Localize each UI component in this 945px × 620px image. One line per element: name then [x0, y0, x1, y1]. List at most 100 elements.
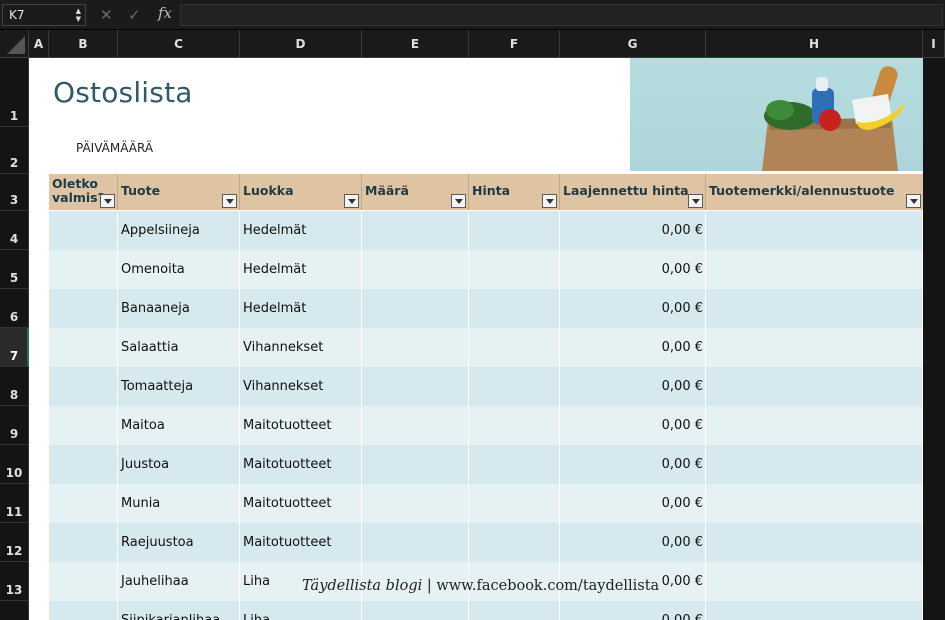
- product-cell[interactable]: Siipikarjanlihaa: [118, 601, 240, 620]
- column-header-d[interactable]: D: [240, 30, 362, 58]
- done-cell[interactable]: [49, 367, 118, 406]
- row-header-5[interactable]: 5: [0, 250, 29, 289]
- brand-cell[interactable]: [706, 211, 923, 250]
- table-row[interactable]: Maitoa Maitotuotteet 0,00 €: [49, 406, 923, 445]
- cancel-entry-icon[interactable]: ✕: [100, 5, 113, 25]
- quantity-cell[interactable]: [362, 289, 469, 328]
- done-cell[interactable]: [49, 289, 118, 328]
- select-all-button[interactable]: [0, 30, 29, 58]
- price-cell[interactable]: [469, 523, 560, 562]
- row-header-1[interactable]: 1: [0, 58, 29, 127]
- category-cell[interactable]: Liha: [240, 601, 362, 620]
- header-done[interactable]: Oletko valmis?: [49, 174, 118, 210]
- category-cell[interactable]: Maitotuotteet: [240, 523, 362, 562]
- column-header-b[interactable]: B: [49, 30, 118, 58]
- header-brand[interactable]: Tuotemerkki/alennustuote: [706, 174, 923, 210]
- price-cell[interactable]: [469, 211, 560, 250]
- extended-price-cell[interactable]: 0,00 €: [560, 523, 706, 562]
- extended-price-cell[interactable]: 0,00 €: [560, 601, 706, 620]
- filter-dropdown-icon[interactable]: [344, 194, 359, 208]
- page-title[interactable]: Ostoslista: [53, 76, 193, 109]
- done-cell[interactable]: [49, 211, 118, 250]
- product-cell[interactable]: Tomaatteja: [118, 367, 240, 406]
- brand-cell[interactable]: [706, 289, 923, 328]
- filter-dropdown-icon[interactable]: [222, 194, 237, 208]
- table-row[interactable]: Salaattia Vihannekset 0,00 €: [49, 328, 923, 367]
- row-header-10[interactable]: 10: [0, 445, 29, 484]
- table-row[interactable]: Appelsiineja Hedelmät 0,00 €: [49, 211, 923, 250]
- confirm-entry-icon[interactable]: ✓: [128, 5, 141, 25]
- filter-dropdown-icon[interactable]: [906, 194, 921, 208]
- product-cell[interactable]: Salaattia: [118, 328, 240, 367]
- row-header-6[interactable]: 6: [0, 289, 29, 328]
- quantity-cell[interactable]: [362, 601, 469, 620]
- column-header-c[interactable]: C: [118, 30, 240, 58]
- product-cell[interactable]: Appelsiineja: [118, 211, 240, 250]
- row-header-14[interactable]: [0, 601, 29, 620]
- price-cell[interactable]: [469, 289, 560, 328]
- price-cell[interactable]: [469, 484, 560, 523]
- header-price[interactable]: Hinta: [469, 174, 560, 210]
- category-cell[interactable]: Hedelmät: [240, 289, 362, 328]
- price-cell[interactable]: [469, 367, 560, 406]
- price-cell[interactable]: [469, 328, 560, 367]
- done-cell[interactable]: [49, 562, 118, 601]
- brand-cell[interactable]: [706, 601, 923, 620]
- product-cell[interactable]: Jauhelihaa: [118, 562, 240, 601]
- price-cell[interactable]: [469, 601, 560, 620]
- quantity-cell[interactable]: [362, 406, 469, 445]
- row-header-4[interactable]: 4: [0, 211, 29, 250]
- row-header-8[interactable]: 8: [0, 367, 29, 406]
- table-row[interactable]: Raejuustoa Maitotuotteet 0,00 €: [49, 523, 923, 562]
- quantity-cell[interactable]: [362, 367, 469, 406]
- formula-input[interactable]: [180, 4, 943, 26]
- done-cell[interactable]: [49, 406, 118, 445]
- row-header-12[interactable]: 12: [0, 523, 29, 562]
- product-cell[interactable]: Omenoita: [118, 250, 240, 289]
- header-product[interactable]: Tuote: [118, 174, 240, 210]
- name-box-arrows-icon[interactable]: ▲ ▼: [76, 7, 81, 23]
- product-cell[interactable]: Raejuustoa: [118, 523, 240, 562]
- table-row[interactable]: Tomaatteja Vihannekset 0,00 €: [49, 367, 923, 406]
- done-cell[interactable]: [49, 601, 118, 620]
- product-cell[interactable]: Maitoa: [118, 406, 240, 445]
- brand-cell[interactable]: [706, 250, 923, 289]
- row-header-9[interactable]: 9: [0, 406, 29, 445]
- row-header-2[interactable]: 2: [0, 127, 29, 174]
- column-header-i[interactable]: I: [923, 30, 945, 58]
- row-header-7[interactable]: 7: [0, 328, 29, 367]
- table-row[interactable]: Omenoita Hedelmät 0,00 €: [49, 250, 923, 289]
- price-cell[interactable]: [469, 406, 560, 445]
- grocery-bag-image[interactable]: [630, 58, 923, 171]
- quantity-cell[interactable]: [362, 484, 469, 523]
- header-category[interactable]: Luokka: [240, 174, 362, 210]
- filter-dropdown-icon[interactable]: [688, 194, 703, 208]
- table-row[interactable]: SiipikarjanlihaaLiha 0,00 €: [49, 601, 923, 620]
- done-cell[interactable]: [49, 250, 118, 289]
- brand-cell[interactable]: [706, 445, 923, 484]
- done-cell[interactable]: [49, 445, 118, 484]
- product-cell[interactable]: Juustoa: [118, 445, 240, 484]
- column-header-g[interactable]: G: [560, 30, 706, 58]
- brand-cell[interactable]: [706, 562, 923, 601]
- category-cell[interactable]: Hedelmät: [240, 211, 362, 250]
- brand-cell[interactable]: [706, 484, 923, 523]
- row-header-3[interactable]: 3: [0, 174, 29, 211]
- date-label[interactable]: PÄIVÄMÄÄRÄ: [76, 141, 153, 155]
- quantity-cell[interactable]: [362, 211, 469, 250]
- header-quantity[interactable]: Määrä: [362, 174, 469, 210]
- brand-cell[interactable]: [706, 523, 923, 562]
- header-extended-price[interactable]: Laajennettu hinta: [560, 174, 706, 210]
- done-cell[interactable]: [49, 328, 118, 367]
- extended-price-cell[interactable]: 0,00 €: [560, 211, 706, 250]
- category-cell[interactable]: Vihannekset: [240, 328, 362, 367]
- quantity-cell[interactable]: [362, 523, 469, 562]
- category-cell[interactable]: Vihannekset: [240, 367, 362, 406]
- filter-dropdown-icon[interactable]: [542, 194, 557, 208]
- extended-price-cell[interactable]: 0,00 €: [560, 484, 706, 523]
- column-header-e[interactable]: E: [362, 30, 469, 58]
- category-cell[interactable]: Hedelmät: [240, 250, 362, 289]
- table-row[interactable]: Munia Maitotuotteet 0,00 €: [49, 484, 923, 523]
- extended-price-cell[interactable]: 0,00 €: [560, 328, 706, 367]
- extended-price-cell[interactable]: 0,00 €: [560, 406, 706, 445]
